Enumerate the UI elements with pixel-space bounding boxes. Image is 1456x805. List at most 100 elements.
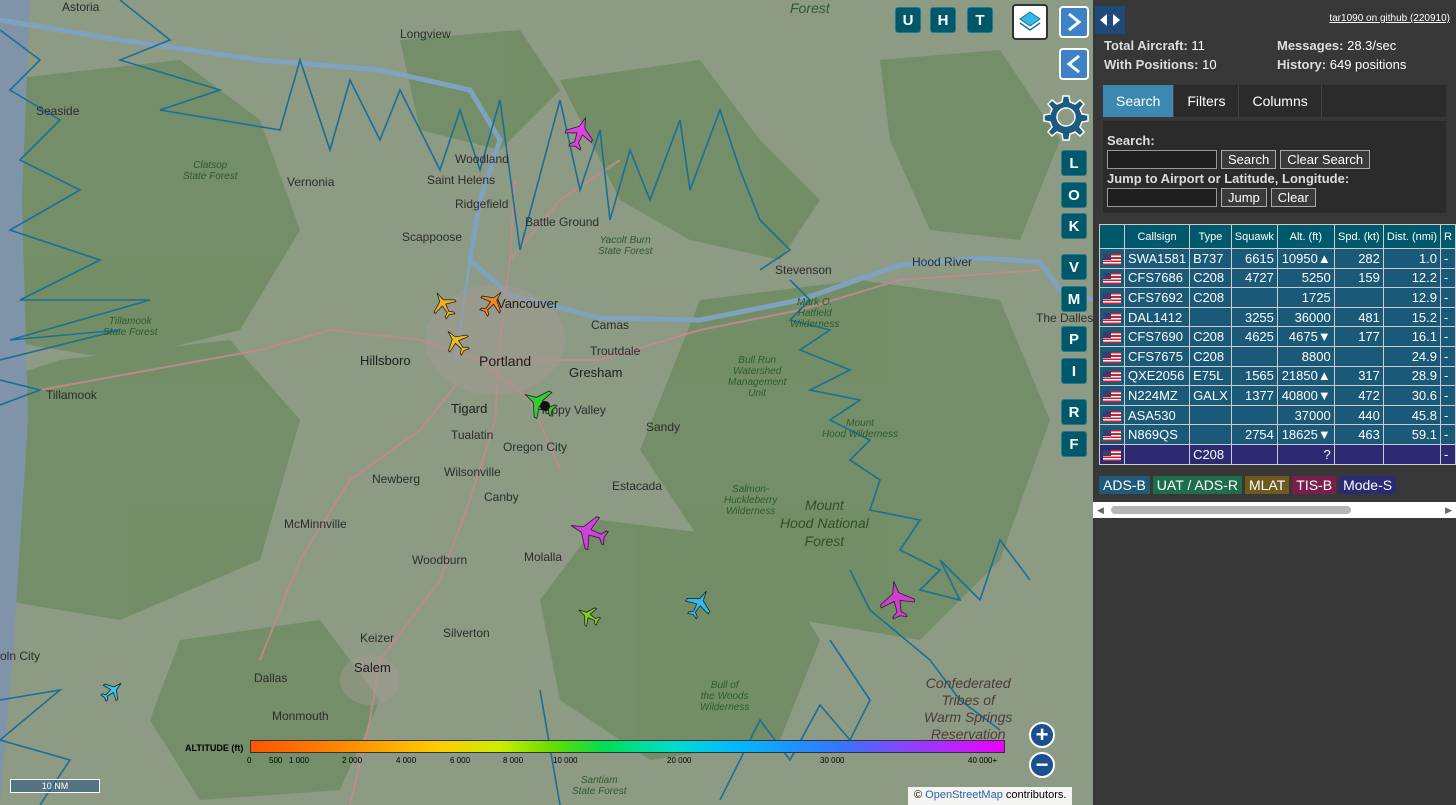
toggle-r-button[interactable]: R (1061, 399, 1087, 425)
aircraft-marker[interactable] (563, 113, 597, 153)
table-row[interactable]: QXE2056 E75L 1565 21850▲ 317 28.9- (1099, 365, 1456, 387)
col-callsign[interactable]: Callsign (1123, 224, 1191, 249)
zoom-in-button[interactable]: + (1029, 722, 1055, 748)
toggle-k-button[interactable]: K (1061, 213, 1087, 239)
scroll-right-icon[interactable]: ▶ (1445, 505, 1452, 516)
map-label-hood-river: Hood River (912, 255, 973, 269)
panel-tabs: Search Filters Columns (1103, 85, 1446, 117)
cell-spd: 472 (1333, 385, 1384, 406)
toggle-t-button[interactable]: T (967, 7, 993, 33)
cell-callsign: CFS7690 (1123, 326, 1191, 347)
toggle-l-button[interactable]: L (1061, 150, 1087, 176)
expand-panel-button[interactable] (1059, 6, 1089, 38)
aircraft-marker[interactable] (574, 601, 604, 631)
cell-squawk (1230, 404, 1278, 426)
openstreetmap-link[interactable]: OpenStreetMap (925, 789, 1003, 801)
scrollbar-thumb[interactable] (1111, 506, 1351, 514)
scroll-left-icon[interactable]: ◀ (1097, 505, 1104, 516)
table-row[interactable]: ASA530 37000 440 45.8- (1099, 404, 1456, 426)
map-label-tigard: Tigard (451, 401, 488, 416)
search-button[interactable]: Search (1221, 150, 1277, 169)
table-row[interactable]: CFS7692 C208 1725 12.9- (1099, 287, 1456, 308)
table-row[interactable]: N224MZ GALX 1377 40800▼ 472 30.6- (1099, 385, 1456, 406)
history-value: 649 positions (1329, 57, 1407, 72)
col-distance[interactable]: Dist. (nmi) (1382, 224, 1442, 249)
col-r[interactable]: R (1440, 224, 1456, 249)
clear-search-button[interactable]: Clear Search (1280, 150, 1371, 169)
col-type[interactable]: Type (1189, 224, 1232, 249)
search-label: Search: (1107, 133, 1155, 148)
side-panel: tar1090 on github (220910) Total Aircraf… (1093, 0, 1456, 805)
aircraft-marker[interactable] (427, 288, 461, 322)
aircraft-marker[interactable] (475, 286, 509, 320)
cell-squawk: 2754 (1230, 424, 1278, 445)
aircraft-marker-selected[interactable] (520, 383, 560, 423)
toggle-i-button[interactable]: I (1061, 358, 1087, 384)
map-label-mount-hood-wild: Mount Hood Wilderness (822, 418, 899, 440)
gear-icon (1043, 95, 1089, 141)
cell-flag (1099, 424, 1125, 445)
toggle-v-button[interactable]: V (1061, 254, 1087, 280)
cell-extra: - (1440, 287, 1456, 308)
map-label-sandy: Sandy (646, 420, 681, 434)
jump-button[interactable]: Jump (1221, 188, 1267, 207)
toggle-p-button[interactable]: P (1061, 326, 1087, 352)
layers-button[interactable] (1012, 4, 1048, 40)
panel-resize-toggle[interactable] (1095, 6, 1125, 34)
table-row[interactable]: C208? - (1099, 443, 1456, 465)
toggle-m-button[interactable]: M (1061, 286, 1087, 312)
github-link[interactable]: tar1090 on github (220910) (1329, 13, 1450, 24)
aircraft-marker[interactable] (682, 586, 716, 622)
aircraft-marker[interactable] (97, 676, 127, 706)
tab-search[interactable]: Search (1103, 85, 1175, 117)
table-row[interactable]: SWA1581 B737 6615 10950▲ 282 1.0- (1099, 248, 1456, 269)
cell-type: C208 (1189, 443, 1232, 465)
search-input[interactable] (1107, 150, 1217, 169)
toggle-h-button[interactable]: H (930, 7, 956, 33)
cell-dist: 15.2 (1382, 306, 1442, 328)
positions-value: 10 (1202, 57, 1217, 72)
us-flag-icon (1103, 371, 1121, 383)
toggle-f-button[interactable]: F (1061, 431, 1087, 457)
source-badge: MLAT (1244, 476, 1290, 494)
table-row[interactable]: N869QS 2754 18625▼ 463 59.1- (1099, 424, 1456, 445)
col-squawk[interactable]: Squawk (1230, 224, 1278, 249)
map-label-warm-springs: Confederated Tribes of Warm Springs Rese… (924, 675, 1013, 742)
table-row[interactable]: CFS7675 C208 8800 24.9- (1099, 345, 1456, 367)
toggle-o-button[interactable]: O (1061, 182, 1087, 208)
cell-extra: - (1440, 267, 1456, 289)
jump-input[interactable] (1107, 188, 1217, 207)
table-row[interactable]: CFS7690 C208 4625 4675▼ 177 16.1- (1099, 326, 1456, 347)
zoom-out-button[interactable]: − (1029, 752, 1055, 778)
map-label-yacolt: Yacolt Burn State Forest (598, 235, 653, 257)
cell-flag (1099, 326, 1125, 347)
map-label-camas: Camas (591, 318, 630, 332)
map-label-hillsboro: Hillsboro (360, 353, 411, 368)
collapse-panel-button[interactable] (1059, 48, 1089, 80)
table-row[interactable]: DAL1412 3255 36000 481 15.2- (1099, 306, 1456, 328)
cell-callsign: SWA1581 (1123, 248, 1191, 269)
cell-type: B737 (1189, 248, 1232, 269)
map-attribution: © OpenStreetMap contributors. (908, 787, 1073, 805)
col-speed[interactable]: Spd. (kt) (1333, 224, 1384, 249)
table-horizontal-scrollbar[interactable]: ◀ ▶ (1093, 502, 1456, 518)
cell-type: E75L (1189, 365, 1232, 387)
cell-squawk (1230, 443, 1278, 465)
messages-label: Messages: (1277, 38, 1344, 53)
tab-columns[interactable]: Columns (1239, 85, 1322, 117)
table-row[interactable]: CFS7686 C208 4727 5250 159 12.2- (1099, 267, 1456, 289)
map-label-santiam: Santiam State Forest (572, 775, 627, 797)
col-flag[interactable] (1099, 224, 1125, 249)
clear-jump-button[interactable]: Clear (1270, 188, 1316, 207)
toggle-u-button[interactable]: U (895, 7, 921, 33)
aircraft-marker[interactable] (876, 578, 918, 622)
cell-dist: 12.2 (1382, 267, 1442, 289)
cell-flag (1099, 248, 1125, 269)
aircraft-marker[interactable] (440, 325, 474, 359)
col-altitude[interactable]: Alt. (ft) (1276, 224, 1335, 249)
map-view[interactable]: Astoria Longview Forest Seaside Clatsop … (0, 0, 1093, 805)
tab-filters[interactable]: Filters (1174, 85, 1240, 117)
aircraft-marker[interactable] (568, 510, 610, 554)
cell-flag (1099, 287, 1125, 308)
settings-button[interactable] (1042, 93, 1090, 141)
